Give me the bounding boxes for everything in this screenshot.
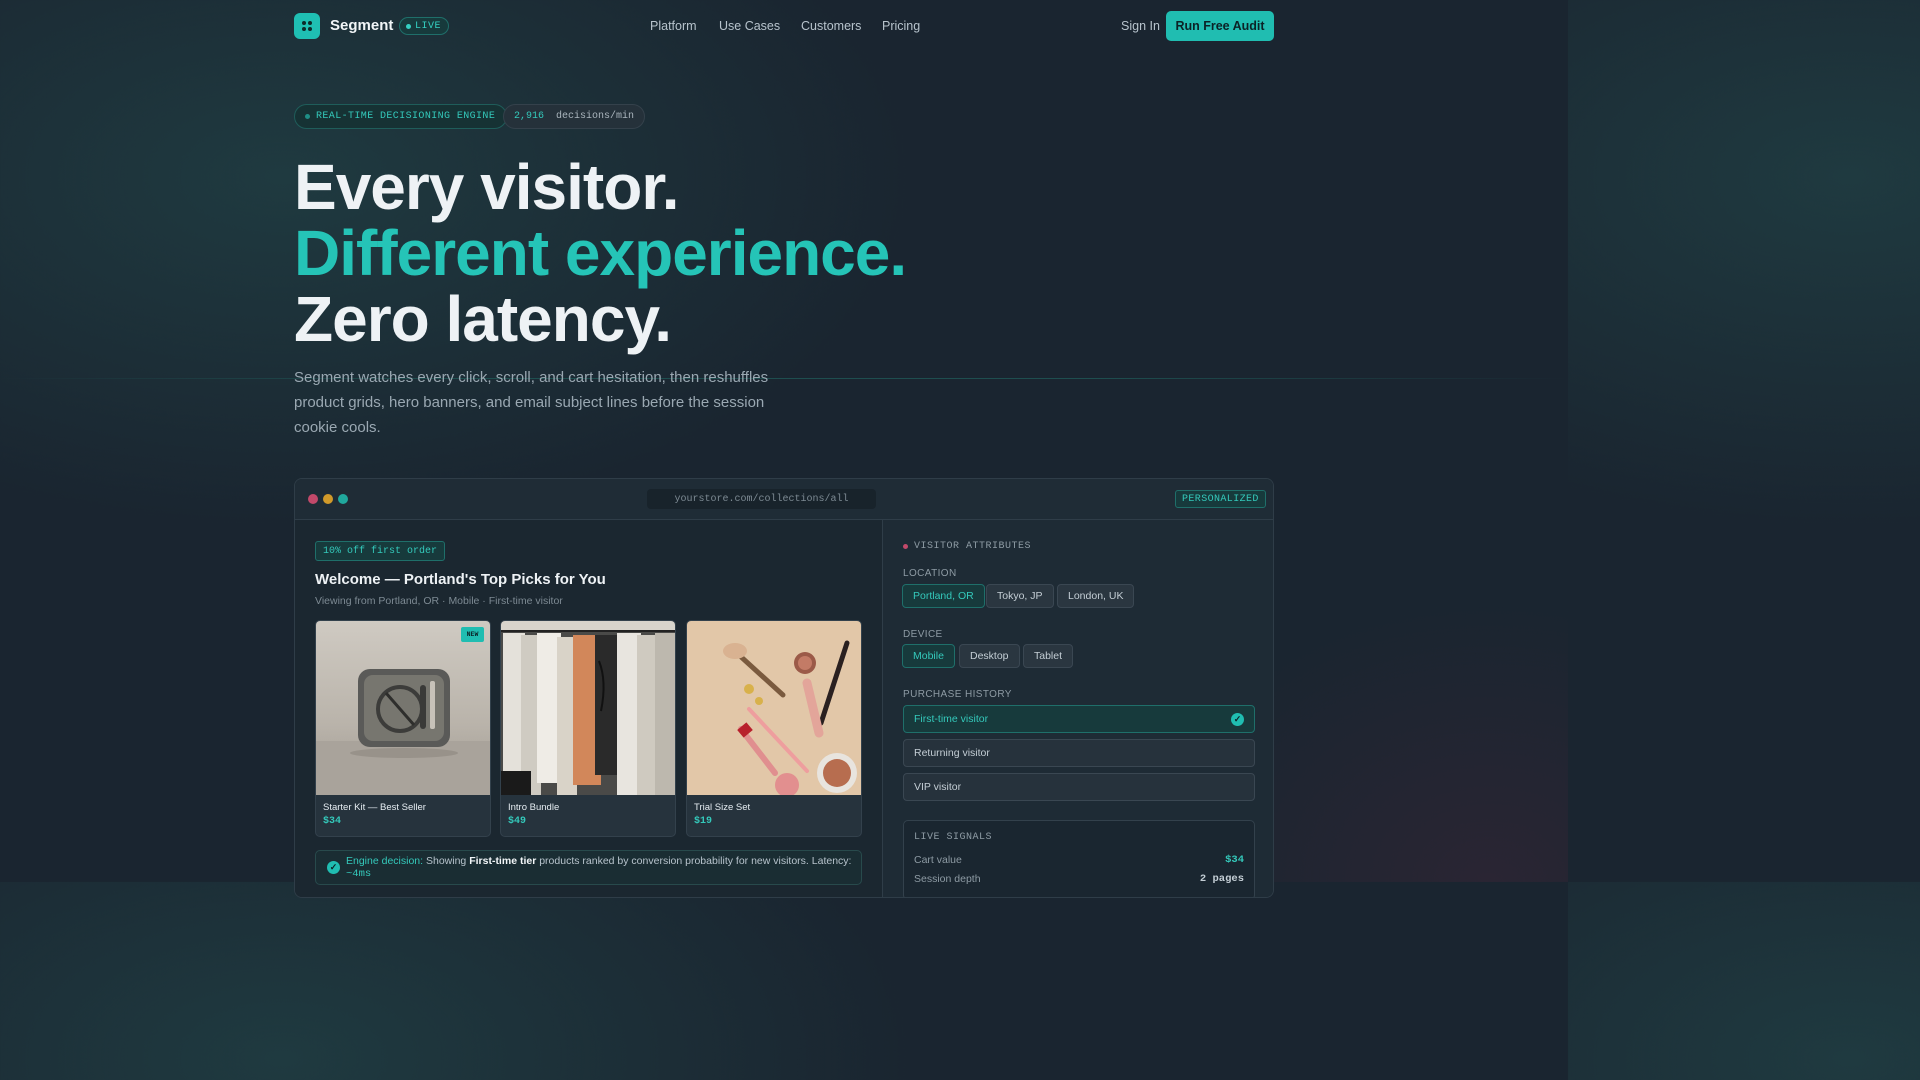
signal-value: 2 pages [1199,873,1244,885]
browser-toolbar: yourstore.com/collections/all PERSONALIZ… [295,479,1273,520]
brand-name[interactable]: Segment [330,17,393,34]
run-free-audit-button[interactable]: Run Free Audit [1166,11,1274,41]
decisions-count: 2,916 [514,111,545,122]
device-chip-desktop[interactable]: Desktop [959,644,1020,668]
url-bar[interactable]: yourstore.com/collections/all [647,489,876,509]
decision-tier: First-time tier [469,855,537,867]
promo-badge: 10% off first order [315,541,446,561]
signal-label: Session depth [914,873,981,885]
live-label: LIVE [415,20,442,32]
headline-line-3: Zero latency. [294,283,672,355]
signal-cart-value: Cart value $34 [914,854,1244,866]
product-image-starter-kit: NEW [316,621,490,795]
history-option-label: First-time visitor [914,713,989,725]
engine-dot-icon [305,114,310,119]
product-price: $49 [508,816,527,827]
segment-logo-icon[interactable] [294,13,320,39]
window-minimize-dot-icon [323,494,333,504]
visitor-attributes-title: VISITOR ATTRIBUTES [903,541,1031,552]
product-name: Trial Size Set [694,802,751,813]
nav-link-pricing[interactable]: Pricing [882,19,920,33]
location-chip-portland[interactable]: Portland, OR [902,584,985,608]
sign-in-link[interactable]: Sign In [1121,19,1160,33]
window-maximize-dot-icon [338,494,348,504]
history-option-vip[interactable]: VIP visitor [903,773,1255,801]
check-circle-icon: ✓ [1231,713,1244,726]
welcome-heading: Welcome — Portland's Top Picks for You [315,571,606,588]
hero-divider-line [0,378,1568,379]
engine-badge-label: REAL-TIME DECISIONING ENGINE [316,111,496,122]
product-card-intro-bundle[interactable]: Intro Bundle $49 [500,620,676,837]
nav-link-customers[interactable]: Customers [801,19,861,33]
decisions-unit: decisions/min [556,111,635,122]
location-chip-tokyo[interactable]: Tokyo, JP [986,584,1054,608]
live-signals-title: LIVE SIGNALS [914,832,993,843]
signal-label: Cart value [914,854,962,866]
new-tag: NEW [461,627,484,642]
engine-decision-banner: ✓ Engine decision: Showing First-time ti… [315,850,862,885]
decision-text-1: Showing [425,855,467,867]
headline-line-1: Every visitor. [294,151,679,223]
decision-label: Engine decision: [346,855,424,867]
visitor-attributes-label: VISITOR ATTRIBUTES [914,541,1032,552]
nav-link-platform[interactable]: Platform [650,19,697,33]
signal-value: $34 [1225,854,1244,866]
decision-latency: ~4ms [346,868,372,880]
signal-session-depth: Session depth 2 pages [914,873,1244,885]
product-image-trial-size-set [687,621,861,795]
attributes-dot-icon [903,544,908,549]
product-name: Starter Kit — Best Seller [323,802,426,813]
product-price: $19 [694,816,713,827]
live-badge: LIVE [399,17,450,35]
headline-line-2: Different experience. [294,217,907,289]
location-label: LOCATION [903,568,957,579]
history-option-first-time[interactable]: First-time visitor ✓ [903,705,1255,733]
product-price: $34 [323,816,342,827]
product-image-intro-bundle [501,621,675,795]
product-card-trial-size-set[interactable]: Trial Size Set $19 [686,620,862,837]
personalized-badge: PERSONALIZED [1175,490,1266,508]
decisions-badge: 2,916 decisions/min [503,104,646,129]
visitor-attributes-panel: VISITOR ATTRIBUTES LOCATION Portland, OR… [883,520,1273,897]
product-card-starter-kit[interactable]: NEW Starter Kit — Best Seller $34 [315,620,491,837]
engine-badge: REAL-TIME DECISIONING ENGINE [294,104,508,129]
device-label: DEVICE [903,629,943,640]
browser-preview: yourstore.com/collections/all PERSONALIZ… [294,478,1274,898]
device-chip-tablet[interactable]: Tablet [1023,644,1074,668]
decision-text-2: products ranked by conversion probabilit… [539,855,852,867]
history-option-returning[interactable]: Returning visitor [903,739,1255,767]
device-chip-mobile[interactable]: Mobile [902,644,955,668]
hero-subtitle: Segment watches every click, scroll, and… [294,369,769,436]
window-close-dot-icon [308,494,318,504]
product-name: Intro Bundle [508,802,560,813]
storefront-preview: 10% off first order Welcome — Portland's… [295,520,882,897]
check-circle-icon: ✓ [327,861,340,874]
nav-link-use-cases[interactable]: Use Cases [719,19,780,33]
purchase-history-label: PURCHASE HISTORY [903,689,1012,700]
live-signals-card: LIVE SIGNALS Cart value $34 Session dept… [903,820,1255,897]
live-dot-icon [406,23,411,29]
viewing-context: Viewing from Portland, OR · Mobile · Fir… [315,595,563,607]
top-nav: Segment LIVE Platform Use Cases Customer… [0,0,1568,52]
location-chip-london[interactable]: London, UK [1057,584,1135,608]
